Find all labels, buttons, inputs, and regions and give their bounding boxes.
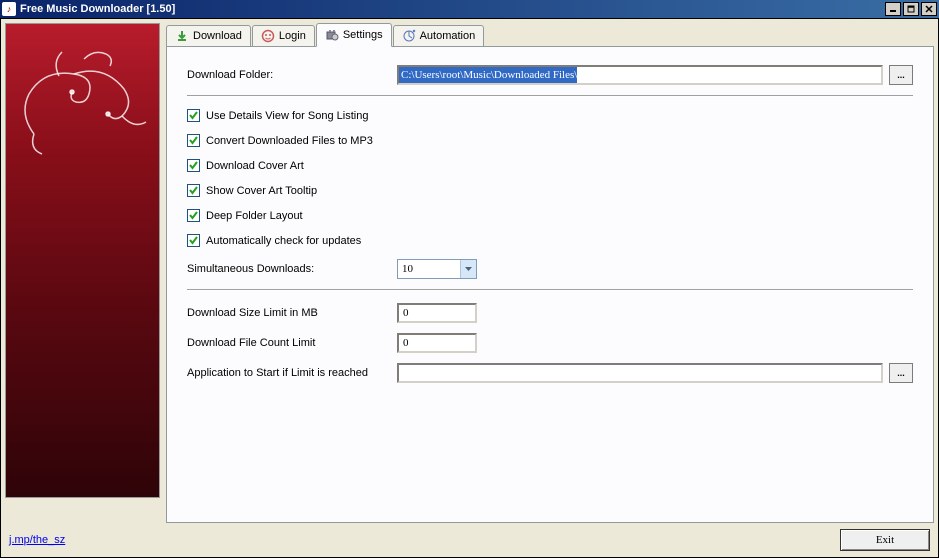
- settings-pane: Download Folder: C:\Users\root\Music\Dow…: [166, 46, 934, 523]
- cover-art-checkbox[interactable]: [187, 159, 200, 172]
- simultaneous-label: Simultaneous Downloads:: [187, 263, 397, 275]
- titlebar: ♪ Free Music Downloader [1.50]: [0, 0, 939, 18]
- download-folder-input[interactable]: C:\Users\root\Music\Downloaded Files\: [397, 65, 883, 85]
- app-icon: ♪: [2, 2, 16, 16]
- footer-link[interactable]: j.mp/the_sz: [9, 534, 65, 546]
- tab-automation[interactable]: Automation: [393, 25, 485, 47]
- checkbox-label: Automatically check for updates: [206, 235, 361, 247]
- checkbox-label: Deep Folder Layout: [206, 210, 303, 222]
- swirl-decoration-icon: [14, 44, 154, 164]
- tooltip-checkbox[interactable]: [187, 184, 200, 197]
- maximize-button[interactable]: [903, 2, 919, 16]
- count-limit-input[interactable]: [397, 333, 477, 353]
- exit-button[interactable]: Exit: [840, 529, 930, 551]
- size-limit-input[interactable]: [397, 303, 477, 323]
- checkbox-label: Download Cover Art: [206, 160, 304, 172]
- updates-checkbox[interactable]: [187, 234, 200, 247]
- tab-settings[interactable]: Settings: [316, 23, 392, 47]
- login-icon: [261, 29, 275, 43]
- app-start-input[interactable]: [397, 363, 883, 383]
- tab-label: Download: [193, 30, 242, 42]
- download-icon: [175, 29, 189, 43]
- minimize-button[interactable]: [885, 2, 901, 16]
- divider: [187, 95, 913, 97]
- sidebar-banner: [5, 23, 160, 498]
- chevron-down-icon: [460, 260, 476, 278]
- tab-download[interactable]: Download: [166, 25, 251, 47]
- checkbox-label: Show Cover Art Tooltip: [206, 185, 317, 197]
- app-start-label: Application to Start if Limit is reached: [187, 367, 397, 379]
- size-limit-label: Download Size Limit in MB: [187, 307, 397, 319]
- browse-folder-button[interactable]: ...: [889, 65, 913, 85]
- simultaneous-select[interactable]: 10: [397, 259, 477, 279]
- convert-mp3-checkbox[interactable]: [187, 134, 200, 147]
- checkbox-label: Use Details View for Song Listing: [206, 110, 368, 122]
- window-title: Free Music Downloader [1.50]: [20, 3, 885, 15]
- count-limit-label: Download File Count Limit: [187, 337, 397, 349]
- deep-folder-checkbox[interactable]: [187, 209, 200, 222]
- tab-label: Automation: [420, 30, 476, 42]
- details-view-checkbox[interactable]: [187, 109, 200, 122]
- download-folder-label: Download Folder:: [187, 69, 397, 81]
- tab-label: Settings: [343, 29, 383, 41]
- close-button[interactable]: [921, 2, 937, 16]
- settings-icon: [325, 28, 339, 42]
- tab-login[interactable]: Login: [252, 25, 315, 47]
- browse-app-button[interactable]: ...: [889, 363, 913, 383]
- divider: [187, 289, 913, 291]
- tab-bar: Download Login Settings Automation: [166, 23, 934, 47]
- checkbox-label: Convert Downloaded Files to MP3: [206, 135, 373, 147]
- tab-label: Login: [279, 30, 306, 42]
- automation-icon: [402, 29, 416, 43]
